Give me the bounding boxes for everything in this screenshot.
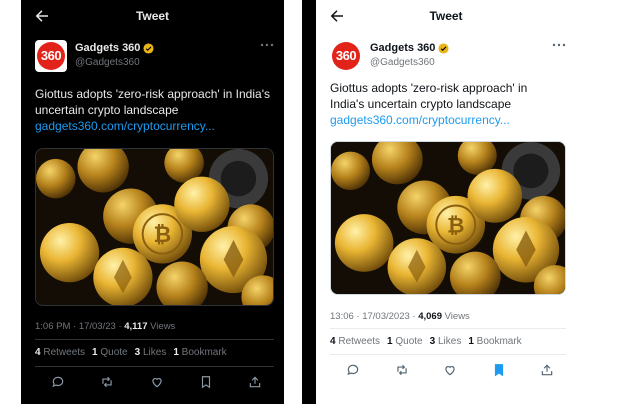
- views-count: 4,117: [124, 321, 148, 332]
- avatar-text: 360: [335, 48, 357, 63]
- tweet-meta: 1:06 PM · 17/03/23 · 4,117 Views: [35, 321, 175, 332]
- svg-text:₿: ₿: [154, 223, 172, 248]
- tweet-author: 360 Gadgets 360 @Gadgets360: [35, 40, 274, 74]
- timestamp[interactable]: 1:06 PM · 17/03/23 ·: [35, 321, 124, 332]
- timestamp[interactable]: 13:06 · 17/03/2023 ·: [330, 311, 418, 322]
- display-name[interactable]: Gadgets 360: [75, 42, 140, 54]
- page-title: Tweet: [429, 9, 463, 23]
- stat-likes[interactable]: 3 Likes: [430, 336, 462, 347]
- avatar[interactable]: 360: [330, 40, 362, 72]
- views-count: 4,069: [418, 311, 442, 322]
- share-icon[interactable]: [540, 363, 554, 377]
- tweet-body: Giottus adopts 'zero-risk approach' in I…: [330, 81, 528, 111]
- avatar[interactable]: 360: [35, 40, 67, 72]
- coins-image: ₿: [331, 142, 565, 294]
- tweet-link[interactable]: gadgets360.com/cryptocurrency...: [35, 118, 272, 134]
- avatar-text: 360: [40, 48, 62, 63]
- tweet-meta: 13:06 · 17/03/2023 · 4,069 Views: [330, 311, 470, 322]
- tweet-photo-crypto-coins[interactable]: ₿: [35, 148, 274, 306]
- tweet-text: Giottus adopts 'zero-risk approach' in I…: [35, 86, 272, 134]
- like-icon[interactable]: [443, 363, 457, 377]
- separator: [302, 0, 316, 404]
- tweet-body: Giottus adopts 'zero-risk approach' in I…: [35, 87, 270, 117]
- svg-text:₿: ₿: [447, 214, 464, 239]
- retweet-icon[interactable]: [395, 363, 409, 377]
- views-label: Views: [147, 321, 176, 332]
- back-arrow-icon[interactable]: [328, 7, 346, 25]
- bookmark-icon[interactable]: [199, 375, 213, 389]
- action-bar: [346, 362, 554, 378]
- tweet-photo-crypto-coins[interactable]: ₿: [330, 141, 566, 295]
- tweet-text: Giottus adopts 'zero-risk approach' in I…: [330, 80, 564, 128]
- comparison-screenshot: Tweet 360 Gadgets 360 @Gadgets360 Giottu…: [0, 0, 622, 404]
- verified-badge-icon: [143, 42, 154, 54]
- retweet-icon[interactable]: [100, 375, 114, 389]
- stat-quote[interactable]: 1 Quote: [92, 347, 128, 358]
- divider: [35, 366, 274, 367]
- tweet-panel-light: Tweet 360 Gadgets 360 @Gadgets360 Giottu…: [316, 0, 576, 404]
- top-bar: Tweet: [21, 0, 284, 32]
- more-options-icon[interactable]: [260, 42, 274, 48]
- stat-retweets[interactable]: 4 Retweets: [35, 347, 85, 358]
- coins-image: ₿: [36, 149, 273, 305]
- more-options-icon[interactable]: [552, 42, 566, 48]
- stat-quote[interactable]: 1 Quote: [387, 336, 423, 347]
- like-icon[interactable]: [150, 375, 164, 389]
- display-name[interactable]: Gadgets 360: [370, 42, 435, 54]
- divider: [330, 354, 566, 355]
- stat-retweets[interactable]: 4 Retweets: [330, 336, 380, 347]
- page-title: Tweet: [135, 9, 170, 23]
- reply-icon[interactable]: [51, 375, 65, 389]
- tweet-panel-dark: Tweet 360 Gadgets 360 @Gadgets360 Giottu…: [21, 0, 284, 404]
- stat-bookmark[interactable]: 1 Bookmark: [468, 336, 521, 347]
- stat-likes[interactable]: 3 Likes: [135, 347, 167, 358]
- divider: [35, 339, 274, 340]
- stat-bookmark[interactable]: 1 Bookmark: [173, 347, 226, 358]
- reply-icon[interactable]: [346, 363, 360, 377]
- engagement-stats: 4 Retweets 1 Quote 3 Likes 1 Bookmark: [35, 347, 227, 358]
- name-row: Gadgets 360: [370, 42, 449, 54]
- back-arrow-icon[interactable]: [33, 7, 51, 25]
- verified-badge-icon: [438, 42, 449, 54]
- handle[interactable]: @Gadgets360: [370, 57, 435, 68]
- top-bar: Tweet: [316, 0, 576, 32]
- share-icon[interactable]: [248, 375, 262, 389]
- divider: [330, 328, 566, 329]
- tweet-link[interactable]: gadgets360.com/cryptocurrency...: [330, 112, 564, 128]
- name-row: Gadgets 360: [75, 42, 154, 54]
- views-label: Views: [442, 311, 470, 322]
- bookmark-icon-filled[interactable]: [492, 363, 506, 377]
- engagement-stats: 4 Retweets 1 Quote 3 Likes 1 Bookmark: [330, 336, 522, 347]
- tweet-author: 360 Gadgets 360 @Gadgets360: [330, 40, 566, 74]
- action-bar: [51, 374, 262, 390]
- handle[interactable]: @Gadgets360: [75, 57, 140, 68]
